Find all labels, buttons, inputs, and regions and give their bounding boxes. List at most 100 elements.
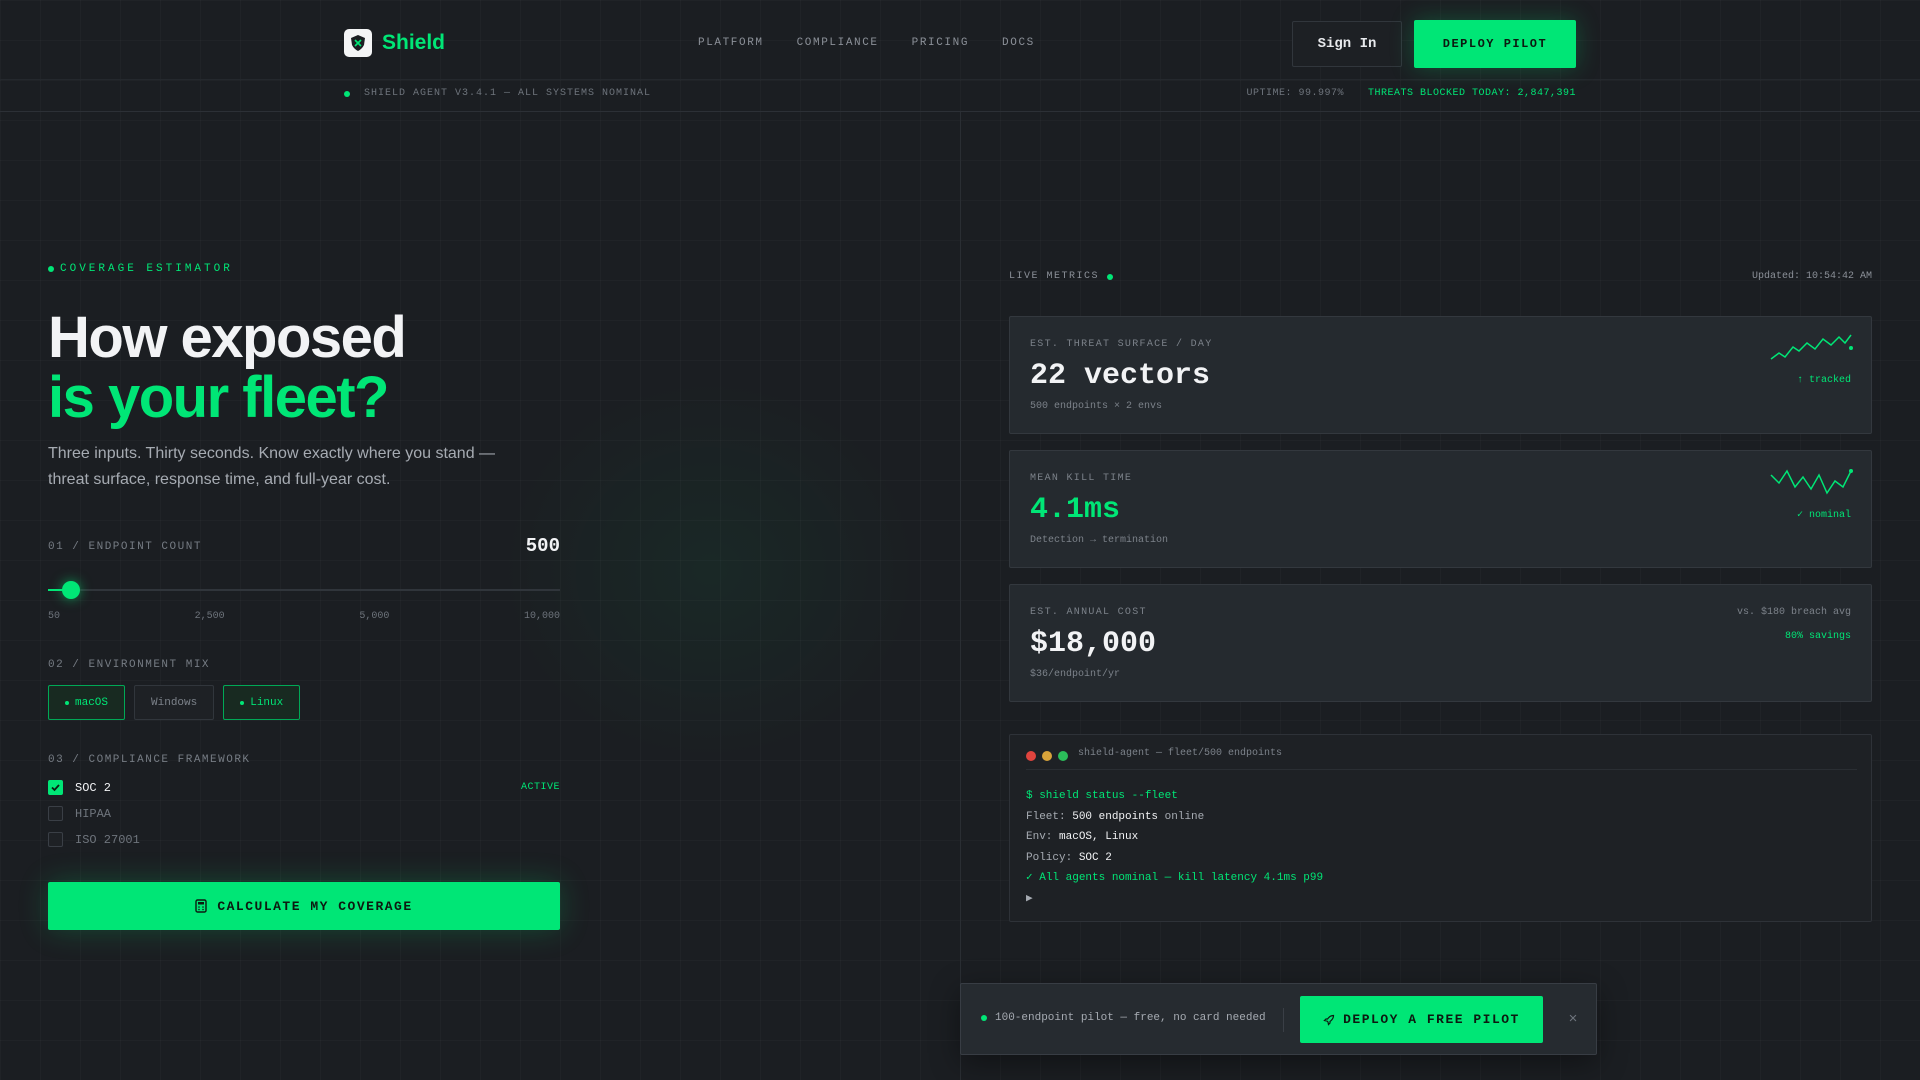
system-stats: UPTIME: 99.997% THREATS BLOCKED TODAY: 2… (1246, 88, 1576, 99)
updated-timestamp: Updated: 10:54:42 AM (1751, 271, 1872, 282)
calculator-icon (195, 899, 208, 913)
chip-label: macOS (75, 696, 109, 709)
metric-key: EST. THREAT SURFACE / DAY (1030, 339, 1213, 350)
status-dot-icon (344, 90, 350, 97)
checkbox-checked[interactable] (48, 780, 63, 795)
toast-text: 100-endpoint pilot — free, no card neede… (995, 1012, 1266, 1024)
endpoint-count-value: 500 (525, 535, 560, 557)
framework-label: SOC 2 (75, 780, 112, 795)
toast-dot-icon (981, 1015, 987, 1021)
pilot-toast: 100-endpoint pilot — free, no card neede… (960, 983, 1597, 1055)
metric-key: MEAN KILL TIME (1030, 473, 1133, 484)
tick-label: 2,500 (194, 611, 225, 622)
metric-sub: $36/endpoint/yr (1030, 669, 1121, 680)
terminal-header: shield-agent — fleet/500 endpoints (1026, 748, 1857, 770)
metric-value: $18,000 (1030, 627, 1157, 661)
chip-label: Windows (151, 696, 198, 709)
framework-label: ISO 27001 (75, 832, 140, 847)
live-label-text: LIVE METRICS (1009, 271, 1100, 282)
framework-label: HIPAA (75, 806, 112, 821)
background-glow (480, 360, 940, 780)
framework-soc2[interactable]: SOC 2 ACTIVE (48, 780, 560, 795)
active-badge: ACTIVE (520, 782, 560, 793)
section-eyebrow: COVERAGE ESTIMATOR (48, 263, 233, 275)
sign-in-button[interactable]: Sign In (1292, 21, 1402, 67)
checkbox[interactable] (48, 806, 63, 821)
terminal-output: $ shield status --fleet Fleet: 500 endpo… (1026, 786, 1323, 909)
slider-thumb[interactable] (62, 581, 81, 599)
site-header: Shield PLATFORM COMPLIANCE PRICING DOCS … (0, 0, 1920, 112)
compliance-framework-label: 03 / COMPLIANCE FRAMEWORK (48, 754, 251, 766)
slider-ticks: 50 2,500 5,000 10,000 (48, 611, 560, 622)
threats-blocked-text: THREATS BLOCKED TODAY: 2,847,391 (1367, 88, 1576, 99)
eyebrow-dot-icon (48, 266, 54, 272)
terminal-line-policy: Policy: SOC 2 (1026, 851, 1112, 864)
button-label: DEPLOY A FREE PILOT (1343, 1012, 1520, 1027)
toast-divider (1283, 1008, 1284, 1032)
terminal-panel: shield-agent — fleet/500 endpoints $ shi… (1009, 734, 1872, 922)
endpoint-count-label: 01 / ENDPOINT COUNT (48, 541, 202, 553)
terminal-line-fleet: Fleet: 500 endpoints online (1026, 810, 1205, 823)
close-icon[interactable]: × (1563, 1009, 1583, 1029)
deploy-free-pilot-button[interactable]: DEPLOY A FREE PILOT (1300, 996, 1543, 1043)
agent-status: SHIELD AGENT V3.4.1 — ALL SYSTEMS NOMINA… (344, 88, 651, 99)
live-dot-icon (1107, 273, 1114, 280)
nav-docs[interactable]: DOCS (1002, 37, 1035, 49)
environment-chips: macOS Windows Linux (48, 685, 301, 720)
metric-trend: ✓ nominal (1796, 510, 1851, 521)
terminal-command: $ shield status --fleet (1026, 790, 1178, 802)
endpoint-slider[interactable] (48, 581, 560, 599)
live-metrics-label: LIVE METRICS (1009, 271, 1114, 282)
title-line-2: is your fleet? (48, 365, 389, 430)
shield-logo-icon (344, 29, 372, 57)
metric-sub: 500 endpoints × 2 envs (1030, 401, 1163, 412)
status-bar: SHIELD AGENT V3.4.1 — ALL SYSTEMS NOMINA… (0, 80, 1920, 112)
deploy-pilot-button[interactable]: DEPLOY PILOT (1414, 20, 1576, 68)
tick-label: 50 (48, 611, 61, 622)
window-minimize-icon (1042, 751, 1052, 761)
sparkline-icon (1770, 334, 1853, 360)
env-chip-macos[interactable]: macOS (48, 685, 126, 720)
metric-key: EST. ANNUAL COST (1030, 607, 1147, 618)
button-label: CALCULATE MY COVERAGE (217, 898, 413, 914)
nav-platform[interactable]: PLATFORM (698, 37, 764, 49)
hero-lede: Three inputs. Thirty seconds. Know exact… (48, 445, 496, 488)
eyebrow-text: COVERAGE ESTIMATOR (60, 263, 233, 275)
window-maximize-icon (1058, 751, 1068, 761)
metric-sub: Detection → termination (1030, 535, 1169, 546)
tick-label: 10,000 (523, 611, 560, 622)
framework-iso27001[interactable]: ISO 27001 (48, 832, 560, 847)
check-icon (51, 784, 60, 792)
nav-pricing[interactable]: PRICING (912, 37, 969, 49)
tick-label: 5,000 (359, 611, 390, 622)
page-title: How exposed is your fleet? (48, 305, 407, 430)
terminal-title: shield-agent — fleet/500 endpoints (1078, 748, 1283, 759)
environment-mix-label: 02 / ENVIRONMENT MIX (48, 659, 211, 671)
metric-card-annual-cost: EST. ANNUAL COST $18,000 $36/endpoint/yr… (1009, 584, 1872, 702)
env-chip-linux[interactable]: Linux (223, 685, 301, 720)
nav-compliance[interactable]: COMPLIANCE (797, 37, 879, 49)
brand-logo[interactable]: Shield (344, 29, 445, 57)
terminal-line-env: Env: macOS, Linux (1026, 831, 1139, 843)
toast-message: 100-endpoint pilot — free, no card neede… (981, 1012, 1266, 1024)
metric-card-threat-surface: EST. THREAT SURFACE / DAY 22 vectors 500… (1009, 316, 1872, 434)
metric-trend: ↑ tracked (1796, 375, 1851, 386)
agent-status-text: SHIELD AGENT V3.4.1 — ALL SYSTEMS NOMINA… (364, 88, 652, 99)
brand-name: Shield (382, 31, 446, 54)
checkbox[interactable] (48, 832, 63, 847)
calculate-coverage-button[interactable]: CALCULATE MY COVERAGE (48, 882, 560, 930)
rocket-icon (1323, 1014, 1335, 1026)
window-close-icon (1026, 751, 1036, 761)
selected-dot-icon (65, 700, 69, 705)
metric-card-kill-time: MEAN KILL TIME 4.1ms Detection → termina… (1009, 450, 1872, 568)
selected-dot-icon (240, 700, 245, 705)
env-chip-windows[interactable]: Windows (134, 685, 215, 720)
sparkline-icon (1770, 469, 1853, 495)
metric-value: 22 vectors (1030, 359, 1211, 393)
chip-label: Linux (250, 696, 284, 709)
framework-hipaa[interactable]: HIPAA (48, 806, 560, 821)
title-line-1: How exposed (48, 305, 407, 370)
top-bar: Shield PLATFORM COMPLIANCE PRICING DOCS … (0, 0, 1920, 80)
breach-comparison: vs. $180 breach avg (1736, 607, 1851, 618)
column-divider (960, 112, 961, 1080)
